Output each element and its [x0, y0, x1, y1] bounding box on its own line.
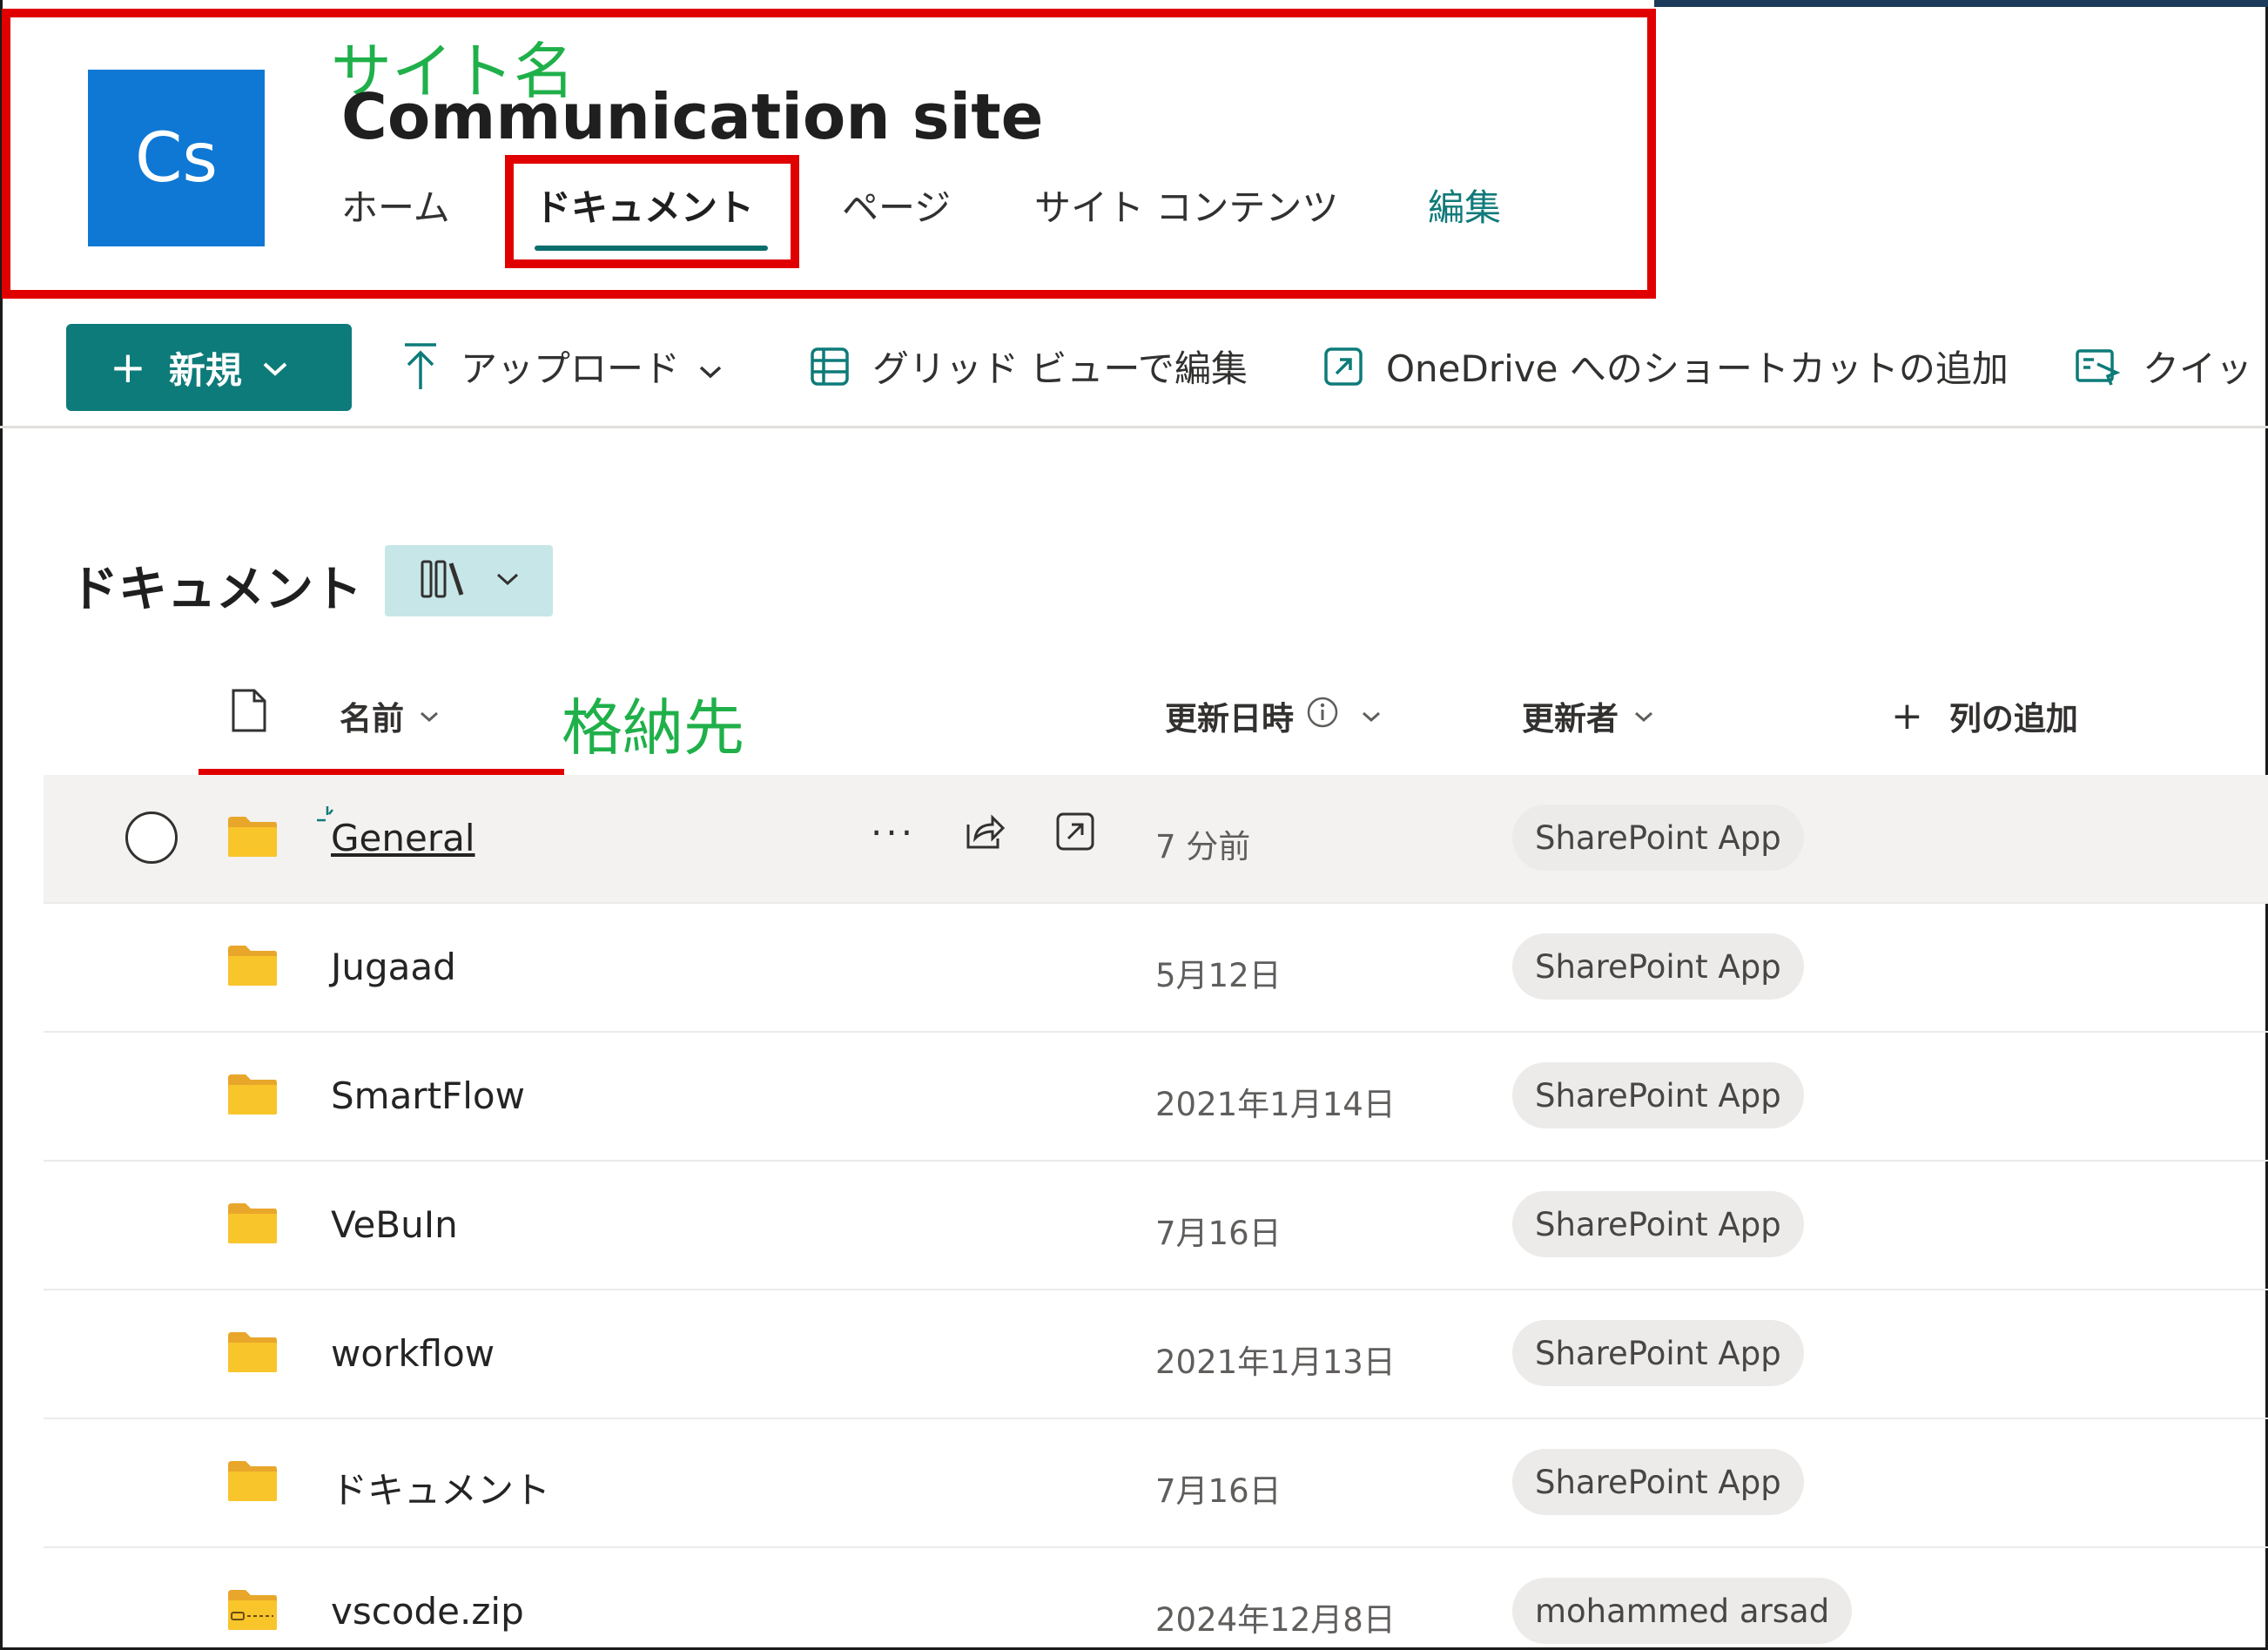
folder-icon [226, 1202, 279, 1245]
modified-by-column-label: 更新者 [1522, 700, 1619, 737]
name-column-label: 名前 [340, 700, 404, 737]
file-name-link[interactable]: ドキュメント [331, 1461, 550, 1514]
modified-date: 7月16日 [1155, 1472, 1282, 1510]
add-column-label: 列の追加 [1948, 700, 2078, 737]
file-name-link[interactable]: VeBuIn [331, 1203, 458, 1246]
modified-by-column-header[interactable]: 更新者 [1522, 692, 1653, 739]
document-icon [231, 688, 267, 741]
row-select-radio[interactable] [125, 812, 178, 864]
modified-date: 2021年1月14日 [1155, 1086, 1396, 1123]
table-row[interactable]: workflow 2021年1月13日 SharePoint App [44, 1290, 2268, 1419]
chevron-down-icon [420, 703, 439, 729]
table-row[interactable]: Jugaad 5月12日 SharePoint App [44, 904, 2268, 1033]
zip-file-icon [226, 1588, 279, 1632]
chevron-down-icon [1362, 703, 1381, 729]
name-column-header[interactable]: 名前 [340, 692, 439, 739]
highlight-box-documents-tab [505, 155, 799, 268]
upload-button[interactable]: アップロード [403, 340, 722, 393]
highlight-box-site [2, 9, 1656, 299]
new-button-label: 新規 [168, 348, 242, 392]
table-row[interactable]: General ··· 7 分前 SharePoint App [44, 775, 2268, 904]
modified-date: 2024年12月8日 [1155, 1601, 1396, 1639]
upload-icon [403, 342, 438, 391]
folder-icon [226, 1330, 279, 1374]
view-switcher-button[interactable] [385, 545, 553, 616]
upload-label: アップロード [461, 347, 681, 390]
modified-by-pill[interactable]: SharePoint App [1512, 1191, 1804, 1257]
quick-label: クイッ [2143, 347, 2253, 390]
table-row[interactable]: ドキュメント 7月16日 SharePoint App [44, 1419, 2268, 1548]
quick-button[interactable]: クイッ [2075, 340, 2252, 393]
library-view-icon [420, 558, 468, 603]
plus-icon: + [1891, 693, 1923, 738]
table-row[interactable]: VeBuIn 7月16日 SharePoint App [44, 1162, 2268, 1290]
annotation-destination: 格納先 [562, 692, 744, 764]
row-actions: ··· [871, 812, 1095, 855]
grid-edit-button[interactable]: グリッド ビューで編集 [810, 340, 1248, 393]
info-icon[interactable] [1306, 696, 1339, 737]
quick-steps-icon [2075, 347, 2120, 387]
grid-icon [810, 347, 850, 387]
file-type-column-header[interactable] [231, 688, 267, 741]
modified-column-label: 更新日時 [1165, 700, 1294, 737]
file-name-link[interactable]: vscode.zip [331, 1590, 524, 1633]
shortcut-icon[interactable] [1055, 812, 1095, 855]
library-title: ドキュメント [70, 562, 362, 618]
shortcut-icon [1323, 347, 1363, 387]
grid-edit-label: グリッド ビューで編集 [872, 347, 1248, 390]
modified-by-pill[interactable]: SharePoint App [1512, 1062, 1804, 1128]
chevron-down-icon [1634, 703, 1653, 729]
chevron-down-icon [496, 572, 519, 589]
modified-date: 5月12日 [1155, 957, 1282, 994]
plus-icon: + [110, 342, 146, 393]
modified-date: 7月16日 [1155, 1215, 1282, 1252]
modified-by-pill[interactable]: SharePoint App [1512, 933, 1804, 1000]
folder-icon [226, 944, 279, 987]
table-row[interactable]: vscode.zip 2024年12月8日 mohammed arsad [44, 1548, 2268, 1650]
new-button[interactable]: + 新規 [66, 324, 352, 411]
table-row[interactable]: SmartFlow 2021年1月14日 SharePoint App [44, 1033, 2268, 1162]
modified-date: 2021年1月13日 [1155, 1344, 1396, 1381]
file-name-link[interactable]: General [331, 817, 475, 859]
top-edge-bar [1654, 0, 2268, 7]
folder-icon [226, 815, 279, 859]
modified-by-pill[interactable]: SharePoint App [1512, 1449, 1804, 1515]
file-name-link[interactable]: Jugaad [331, 946, 456, 988]
folder-icon [226, 1073, 279, 1116]
modified-by-pill[interactable]: mohammed arsad [1512, 1578, 1853, 1644]
modified-by-pill[interactable]: SharePoint App [1512, 1320, 1804, 1386]
onedrive-shortcut-label: OneDrive へのショートカットの追加 [1386, 347, 2009, 390]
folder-icon [226, 1459, 279, 1503]
modified-column-header[interactable]: 更新日時 [1165, 692, 1381, 739]
chevron-down-icon [263, 351, 287, 384]
file-name-link[interactable]: SmartFlow [331, 1074, 525, 1117]
more-options-icon[interactable]: ··· [871, 815, 916, 852]
modified-date: 7 分前 [1155, 828, 1251, 865]
modified-by-pill[interactable]: SharePoint App [1512, 805, 1804, 871]
share-icon[interactable] [965, 812, 1006, 854]
add-column-button[interactable]: + 列の追加 [1891, 692, 2078, 739]
file-name-link[interactable]: workflow [331, 1332, 495, 1375]
onedrive-shortcut-button[interactable]: OneDrive へのショートカットの追加 [1323, 340, 2009, 393]
chevron-down-icon [699, 345, 722, 387]
